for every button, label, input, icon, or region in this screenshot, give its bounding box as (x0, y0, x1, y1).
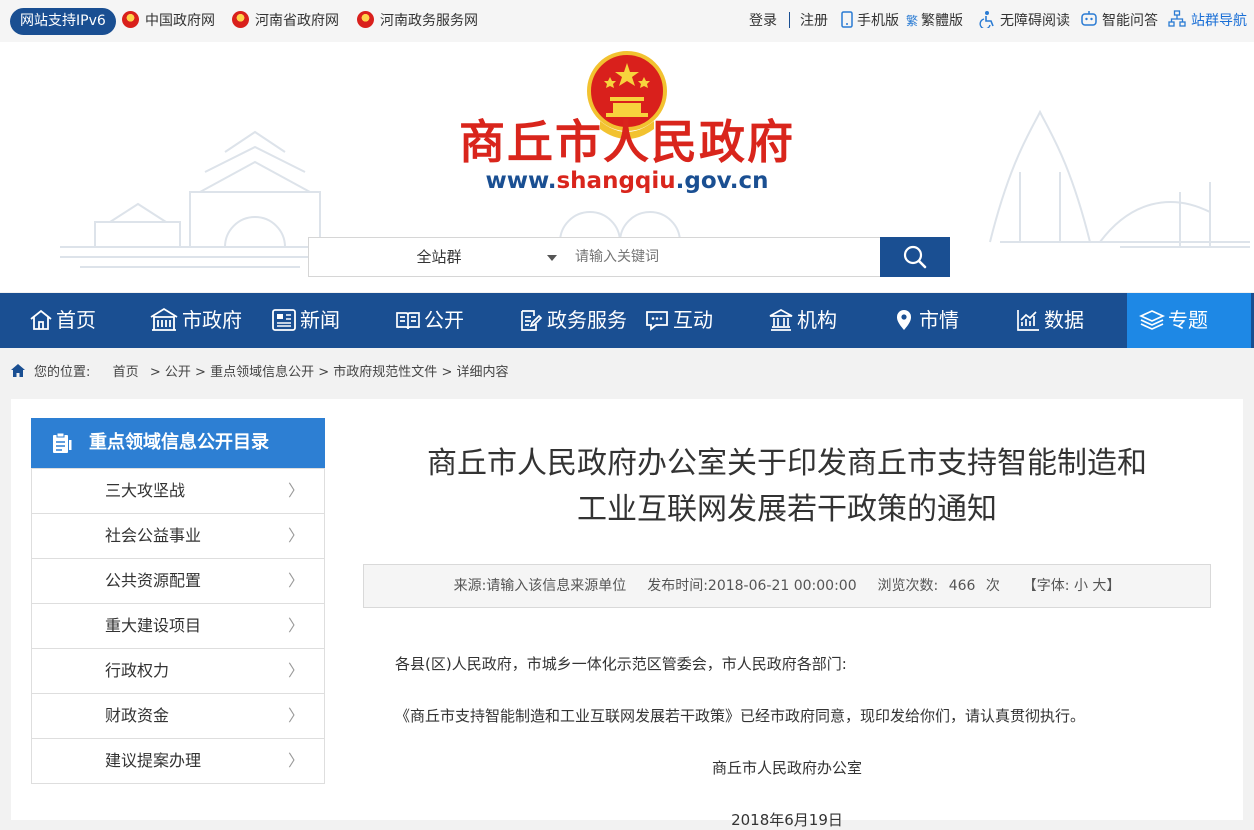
location-pin-icon (897, 310, 911, 330)
sidebar-title: 重点领域信息公开目录 (89, 432, 269, 453)
breadcrumb-open[interactable]: 公开 (165, 365, 191, 380)
font-small-button[interactable]: 小 (1074, 578, 1088, 594)
site-url: www.shangqiu.gov.cn (485, 168, 769, 194)
breadcrumb-home[interactable]: 首页 (113, 365, 139, 380)
publish-date: 2018-06-21 00:00:00 (707, 578, 857, 594)
sidebar-item-fiscal-funds[interactable]: 财政资金〉 (31, 694, 325, 739)
chevron-right-icon: 〉 (287, 751, 304, 770)
chevron-right-icon: 〉 (287, 481, 304, 500)
book-icon (396, 312, 420, 330)
institution-icon (769, 309, 793, 331)
ipv6-badge: 网站支持IPv6 (10, 8, 116, 35)
register-link[interactable]: 注册 (800, 10, 828, 32)
site-header: 商丘市人民政府 www.shangqiu.gov.cn 全站群 (0, 42, 1254, 292)
sidebar-item-public-welfare[interactable]: 社会公益事业〉 (31, 514, 325, 559)
smart-qa-link[interactable]: 智能问答 (1080, 10, 1158, 32)
salutation: 各县(区)人民政府，市城乡一体化示范区管委会，市人民政府各部门: (395, 655, 847, 673)
nav-topics[interactable]: 专题 (1127, 293, 1251, 348)
home-icon (11, 364, 25, 377)
breadcrumb: 您的位置: 首页 > 公开 > 重点领域信息公开 > 市政府规范性文件 > 详细… (10, 362, 509, 384)
login-link[interactable]: 登录 (749, 10, 777, 32)
news-icon (272, 309, 296, 331)
building-icon (150, 307, 178, 331)
nav-institutions[interactable]: 机构 (768, 293, 837, 348)
search-bar: 全站群 (308, 237, 950, 277)
top-bar: 网站支持IPv6 中国政府网 河南省政府网 河南政务服务网 登录 注册 手机版 … (0, 0, 1254, 42)
sidebar-item-three-battles[interactable]: 三大攻坚战〉 (31, 469, 325, 514)
site-title: 商丘市人民政府 (459, 115, 795, 169)
site-group-nav-link[interactable]: 站群导航 (1168, 10, 1247, 32)
nav-news[interactable]: 新闻 (271, 293, 340, 348)
article-meta: 来源:请输入该信息来源单位 发布时间:2018-06-21 00:00:00 浏… (363, 564, 1211, 608)
nav-home[interactable]: 首页 (29, 293, 96, 348)
nav-open[interactable]: 公开 (395, 293, 464, 348)
link-china-gov[interactable]: 中国政府网 (122, 10, 215, 32)
search-input[interactable] (569, 237, 887, 277)
sidebar-item-proposals[interactable]: 建议提案办理〉 (31, 739, 325, 784)
robot-icon (1081, 11, 1097, 26)
search-button[interactable] (880, 237, 950, 277)
edit-document-icon (521, 310, 543, 331)
chat-icon (646, 311, 668, 331)
chevron-right-icon: 〉 (287, 616, 304, 635)
view-count: 466 (948, 578, 976, 594)
breadcrumb-current: 详细内容 (456, 365, 509, 380)
chevron-right-icon: 〉 (287, 526, 304, 545)
accessibility-icon (979, 11, 994, 30)
font-large-button[interactable]: 大 (1092, 578, 1106, 594)
caret-down-icon (547, 255, 557, 261)
link-henan-service[interactable]: 河南政务服务网 (357, 10, 478, 32)
nav-interaction[interactable]: 互动 (644, 293, 713, 348)
signature: 商丘市人民政府办公室 (711, 759, 862, 777)
breadcrumb-label: 您的位置: (34, 365, 91, 380)
national-emblem-icon (232, 11, 249, 28)
breadcrumb-normative-docs[interactable]: 市政府规范性文件 (333, 365, 437, 380)
divider (789, 12, 790, 28)
accessible-reading-link[interactable]: 无障碍阅读 (979, 10, 1070, 32)
sidebar-item-public-resources[interactable]: 公共资源配置〉 (31, 559, 325, 604)
source-value: 请输入该信息来源单位 (486, 578, 627, 594)
national-emblem-icon (357, 11, 374, 28)
mobile-icon (841, 11, 853, 28)
layers-icon (1138, 310, 1166, 330)
link-henan-gov[interactable]: 河南省政府网 (232, 10, 339, 32)
document-list-icon (53, 432, 72, 453)
national-emblem-icon (122, 11, 139, 28)
nav-gov-services[interactable]: 政务服务 (518, 293, 627, 348)
nav-city-info[interactable]: 市情 (892, 293, 959, 348)
traditional-chinese-link[interactable]: 繁繁體版 (906, 10, 963, 32)
nav-city-government[interactable]: 市政府 (149, 293, 242, 348)
chevron-right-icon: 〉 (287, 706, 304, 725)
chevron-right-icon: 〉 (287, 661, 304, 680)
sidebar-item-major-projects[interactable]: 重大建设项目〉 (31, 604, 325, 649)
search-icon (903, 245, 927, 269)
body-paragraph: 《商丘市支持智能制造和工业互联网发展若干政策》已经市政府同意，现印发给你们，请认… (395, 707, 1086, 725)
sidebar: 重点领域信息公开目录 三大攻坚战〉 社会公益事业〉 公共资源配置〉 重大建设项目… (31, 418, 325, 784)
content-panel: 重点领域信息公开目录 三大攻坚战〉 社会公益事业〉 公共资源配置〉 重大建设项目… (11, 399, 1243, 829)
home-icon (30, 309, 52, 330)
chevron-right-icon: 〉 (287, 571, 304, 590)
article-title: 商丘市人民政府办公室关于印发商丘市支持智能制造和 工业互联网发展若干政策的通知 (427, 446, 1147, 527)
chart-icon (1017, 310, 1039, 331)
search-scope-select[interactable]: 全站群 (308, 237, 570, 277)
main-nav: 首页 市政府 新闻 公开 政务服务 互动 机构 市情 数据 专题 (0, 293, 1254, 348)
mobile-version-link[interactable]: 手机版 (841, 10, 899, 32)
traditional-icon: 繁 (906, 14, 919, 28)
nav-data[interactable]: 数据 (1015, 293, 1084, 348)
sidebar-item-admin-power[interactable]: 行政权力〉 (31, 649, 325, 694)
sidebar-header: 重点领域信息公开目录 (31, 418, 325, 468)
sitemap-icon (1168, 10, 1186, 27)
breadcrumb-key-areas[interactable]: 重点领域信息公开 (210, 365, 314, 380)
